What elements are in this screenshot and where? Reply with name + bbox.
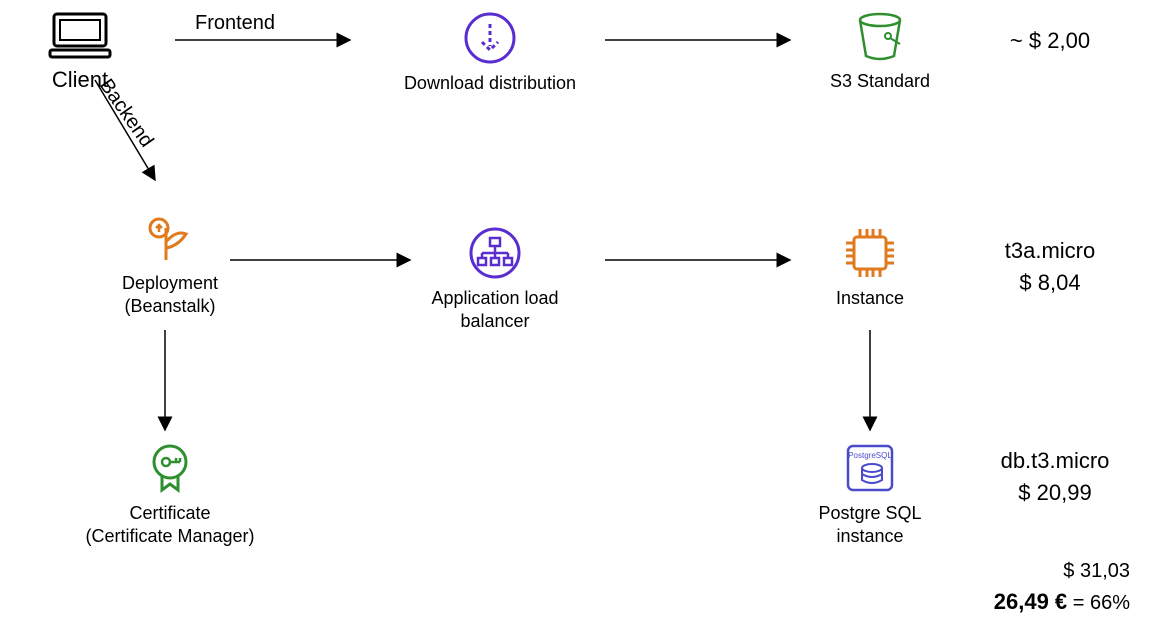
alb-icon (395, 225, 595, 281)
postgres-label: Postgre SQL instance (815, 502, 925, 547)
node-client: Client (20, 10, 140, 94)
s3-standard-label: S3 Standard (820, 70, 940, 93)
client-label: Client (20, 66, 140, 94)
download-distribution-icon (400, 10, 580, 66)
node-deployment: Deployment (Beanstalk) (100, 210, 240, 317)
price-instance-type: t3a.micro (975, 238, 1125, 264)
edge-label-frontend: Frontend (195, 12, 275, 35)
price-db-type: db.t3.micro (975, 448, 1135, 474)
certificate-icon (80, 440, 260, 496)
node-postgres: PostgreSQL Postgre SQL instance (815, 440, 925, 547)
price-db-cost: $ 20,99 (975, 480, 1135, 506)
certificate-label: Certificate (Certificate Manager) (80, 502, 260, 547)
node-alb: Application load balancer (395, 225, 595, 332)
price-s3: ~ $ 2,00 (975, 28, 1125, 54)
alb-label: Application load balancer (395, 287, 595, 332)
price-instance: t3a.micro $ 8,04 (975, 238, 1125, 296)
postgres-icon-text: PostgreSQL (848, 451, 892, 460)
price-total-eur: 26,49 € (994, 589, 1067, 614)
beanstalk-icon (100, 210, 240, 266)
price-s3-value: ~ $ 2,00 (975, 28, 1125, 54)
node-s3-standard: S3 Standard (820, 8, 940, 93)
download-distribution-label: Download distribution (400, 72, 580, 95)
price-subtotal: $ 31,03 (960, 560, 1130, 583)
postgres-icon: PostgreSQL (815, 440, 925, 496)
instance-icon (820, 225, 920, 281)
node-download-distribution: Download distribution (400, 10, 580, 95)
client-icon (20, 10, 140, 60)
price-total-pct: = 66% (1067, 592, 1130, 614)
price-totals: $ 31,03 26,49 € = 66% (960, 560, 1130, 615)
deployment-label: Deployment (Beanstalk) (100, 272, 240, 317)
s3-bucket-icon (820, 8, 940, 64)
price-instance-cost: $ 8,04 (975, 270, 1125, 296)
price-db: db.t3.micro $ 20,99 (975, 448, 1135, 506)
node-instance: Instance (820, 225, 920, 310)
instance-label: Instance (820, 287, 920, 310)
node-certificate: Certificate (Certificate Manager) (80, 440, 260, 547)
